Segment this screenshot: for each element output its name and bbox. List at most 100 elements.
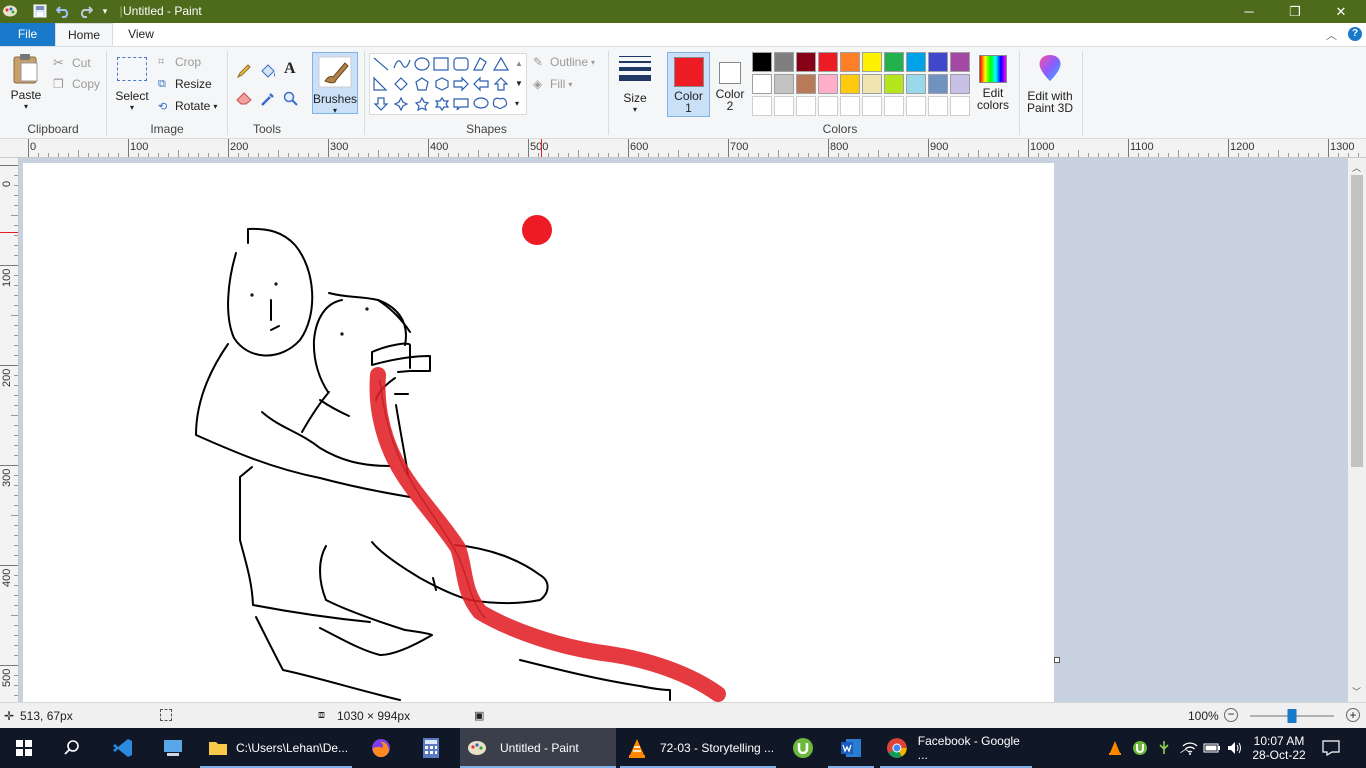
- palette-swatch[interactable]: [950, 52, 970, 72]
- color2-button[interactable]: Color 2: [710, 52, 750, 117]
- custom-color-slot[interactable]: [884, 96, 904, 116]
- shapes-gallery[interactable]: [369, 53, 527, 115]
- palette-swatch[interactable]: [862, 52, 882, 72]
- explorer-taskbar-button[interactable]: C:\Users\Lehan\De...: [200, 728, 352, 768]
- edit-colors-button[interactable]: Edit colors: [974, 53, 1012, 119]
- clock[interactable]: 10:07 AM 28-Oct-22: [1250, 728, 1308, 768]
- wifi-icon[interactable]: [1180, 728, 1198, 768]
- palette-swatch[interactable]: [862, 74, 882, 94]
- custom-color-slot[interactable]: [950, 96, 970, 116]
- close-button[interactable]: ✕: [1318, 0, 1364, 23]
- magnifier-icon[interactable]: [283, 91, 299, 110]
- palette-swatch[interactable]: [884, 74, 904, 94]
- palette-swatch[interactable]: [796, 52, 816, 72]
- save-icon[interactable]: [32, 3, 48, 19]
- palette-swatch[interactable]: [950, 74, 970, 94]
- custom-color-slot[interactable]: [818, 96, 838, 116]
- custom-color-slot[interactable]: [840, 96, 860, 116]
- zoom-slider[interactable]: [1250, 709, 1334, 723]
- text-tool-icon[interactable]: A: [284, 60, 296, 78]
- volume-icon[interactable]: [1227, 728, 1243, 768]
- zoom-slider-thumb[interactable]: [1287, 709, 1297, 723]
- utorrent-tray-icon[interactable]: [1132, 728, 1148, 768]
- firefox-taskbar-button[interactable]: [358, 728, 404, 768]
- collapse-ribbon-icon[interactable]: ︿: [1326, 27, 1337, 43]
- scroll-down-icon[interactable]: ﹀: [1352, 685, 1361, 698]
- redo-icon[interactable]: [78, 3, 94, 19]
- minimize-button[interactable]: ─: [1226, 0, 1272, 23]
- tab-file[interactable]: File: [0, 23, 55, 46]
- calculator-taskbar-button[interactable]: [408, 728, 454, 768]
- help-icon[interactable]: ?: [1348, 27, 1362, 41]
- copy-button[interactable]: ❐ Copy: [53, 77, 100, 91]
- utorrent-taskbar-button[interactable]: [780, 728, 826, 768]
- custom-color-slot[interactable]: [862, 96, 882, 116]
- battery-icon[interactable]: [1203, 728, 1221, 768]
- custom-color-slot[interactable]: [752, 96, 772, 116]
- resize-button[interactable]: ⧉ Resize: [158, 77, 212, 91]
- cut-button[interactable]: ✂ Cut: [53, 55, 91, 71]
- search-button[interactable]: [48, 728, 96, 768]
- eraser-icon[interactable]: [236, 91, 252, 108]
- vlc-tray-icon[interactable]: [1108, 728, 1122, 768]
- restore-button[interactable]: ❐: [1272, 0, 1318, 23]
- ribbon-separator: [1082, 51, 1083, 135]
- outline-button[interactable]: ✎ Outline ▾: [533, 55, 595, 69]
- rotate-button[interactable]: ⟲ Rotate ▾: [158, 99, 217, 113]
- vlc-taskbar-button[interactable]: 72-03 - Storytelling ...: [620, 728, 776, 768]
- pencil-icon[interactable]: [236, 63, 252, 82]
- palette-swatch[interactable]: [840, 52, 860, 72]
- zoom-in-button[interactable]: +: [1346, 708, 1360, 722]
- size-button[interactable]: Size ▾: [614, 53, 656, 119]
- scrollbar-thumb[interactable]: [1351, 175, 1363, 467]
- palette-swatch[interactable]: [928, 74, 948, 94]
- custom-color-slot[interactable]: [796, 96, 816, 116]
- paste-button[interactable]: Paste ▾: [6, 53, 46, 119]
- custom-color-slot[interactable]: [774, 96, 794, 116]
- crop-button[interactable]: ⌗ Crop: [158, 55, 201, 69]
- brushes-button[interactable]: Brushes ▾: [312, 52, 358, 115]
- ruler-cursor-marker: [0, 232, 18, 233]
- palette-swatch[interactable]: [818, 52, 838, 72]
- word-taskbar-button[interactable]: [828, 728, 874, 768]
- shapes-scroll-up-icon[interactable]: ▲: [515, 59, 523, 68]
- custom-color-slot[interactable]: [928, 96, 948, 116]
- start-button[interactable]: [0, 728, 48, 768]
- chrome-taskbar-button[interactable]: Facebook - Google ...: [880, 728, 1032, 768]
- shapes-scroll-down-icon[interactable]: ▼: [515, 79, 523, 88]
- paint-taskbar-button[interactable]: Untitled - Paint: [460, 728, 616, 768]
- palette-swatch[interactable]: [774, 52, 794, 72]
- notification-icon[interactable]: [1322, 728, 1340, 768]
- edit-with-paint3d-button[interactable]: Edit with Paint 3D: [1022, 53, 1078, 119]
- palette-swatch[interactable]: [884, 52, 904, 72]
- app-taskbar-button[interactable]: [150, 728, 196, 768]
- scroll-up-icon[interactable]: ︿: [1352, 161, 1361, 174]
- fill-button[interactable]: ◈ Fill ▾: [533, 77, 572, 91]
- palette-swatch[interactable]: [928, 52, 948, 72]
- customize-quick-access-icon[interactable]: ▾: [97, 3, 113, 19]
- color-picker-icon[interactable]: [260, 91, 276, 110]
- color1-button[interactable]: Color 1: [667, 52, 710, 117]
- paint-app-icon[interactable]: [2, 3, 18, 19]
- palette-swatch[interactable]: [752, 52, 772, 72]
- usb-tray-icon[interactable]: [1156, 728, 1172, 768]
- palette-swatch[interactable]: [774, 74, 794, 94]
- custom-color-slot[interactable]: [906, 96, 926, 116]
- palette-swatch[interactable]: [796, 74, 816, 94]
- canvas-resize-handle[interactable]: [1054, 657, 1060, 663]
- fill-bucket-icon[interactable]: [259, 63, 277, 82]
- palette-swatch[interactable]: [906, 74, 926, 94]
- vertical-scrollbar[interactable]: ︿ ﹀: [1348, 158, 1366, 702]
- palette-swatch[interactable]: [906, 52, 926, 72]
- palette-swatch[interactable]: [752, 74, 772, 94]
- palette-swatch[interactable]: [818, 74, 838, 94]
- palette-swatch[interactable]: [840, 74, 860, 94]
- undo-icon[interactable]: [55, 3, 71, 19]
- zoom-out-button[interactable]: −: [1224, 708, 1238, 722]
- tab-home[interactable]: Home: [55, 23, 113, 46]
- tab-view[interactable]: View: [113, 23, 169, 46]
- vscode-taskbar-button[interactable]: [100, 728, 146, 768]
- select-button[interactable]: Select ▾: [112, 55, 152, 119]
- drawing-canvas[interactable]: [23, 163, 1054, 702]
- shapes-expand-icon[interactable]: ▾: [515, 99, 519, 108]
